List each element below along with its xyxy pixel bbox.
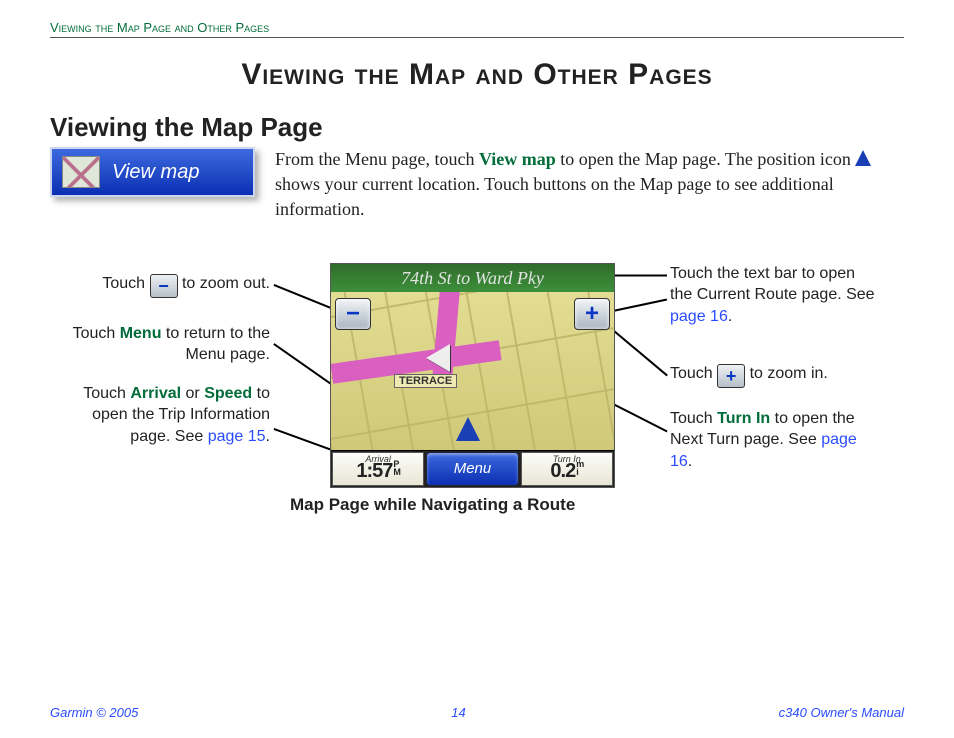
keyword-view-map: View map (479, 149, 556, 169)
text: Touch (102, 275, 149, 292)
text: Touch the text bar to open the Current R… (670, 265, 875, 304)
callout-line (609, 327, 667, 376)
gps-map: TERRACE (331, 292, 614, 451)
arrival-label: Arrival (365, 454, 391, 464)
diagram-area: Touch − to zoom out. Touch Menu to retur… (50, 263, 910, 543)
arrival-panel[interactable]: Arrival 1:57PM (332, 452, 424, 486)
keyword-turn-in: Turn In (717, 410, 770, 427)
footer-page-number: 14 (451, 705, 465, 720)
footer-copyright: Garmin © 2005 (50, 705, 138, 720)
keyword-menu: Menu (120, 325, 162, 342)
main-title: Viewing the Map and Other Pages (50, 58, 904, 92)
callout-turn-in: Touch Turn In to open the Next Turn page… (670, 408, 880, 473)
position-icon (855, 150, 871, 166)
text: . (688, 453, 692, 470)
unit: i (576, 467, 578, 477)
plus-icon: + (717, 364, 745, 388)
menu-button[interactable]: Menu (426, 452, 518, 486)
keyword-speed: Speed (204, 385, 252, 402)
text: to zoom in. (745, 365, 828, 382)
zoom-in-button[interactable]: + (574, 298, 610, 330)
minus-icon: − (150, 274, 178, 298)
link-page-15[interactable]: page 15 (208, 428, 266, 445)
keyword-arrival: Arrival (130, 385, 181, 402)
text: Touch (83, 385, 130, 402)
turn-in-panel[interactable]: Turn In 0.2mi (521, 452, 613, 486)
vehicle-position-icon (456, 417, 480, 441)
text: to zoom out. (178, 275, 271, 292)
intro-paragraph: From the Menu page, touch View map to op… (275, 147, 904, 223)
text: Touch (670, 365, 717, 382)
gps-screenshot: 74th St to Ward Pky TERRACE − + Arrival … (330, 263, 615, 488)
link-page-16-a[interactable]: page 16 (670, 308, 728, 325)
text: shows your current location. Touch butto… (275, 174, 834, 219)
text: From the Menu page, touch (275, 149, 479, 169)
text: . (728, 308, 732, 325)
page-footer: Garmin © 2005 14 c340 Owner's Manual (50, 705, 904, 720)
zoom-out-button[interactable]: − (335, 298, 371, 330)
callout-zoom-in: Touch + to zoom in. (670, 363, 880, 388)
running-header: Viewing the Map Page and Other Pages (50, 20, 904, 38)
turn-in-label: Turn In (553, 454, 581, 464)
map-icon (62, 156, 100, 188)
callout-zoom-out: Touch − to zoom out. (50, 273, 270, 298)
section-title: Viewing the Map Page (50, 112, 904, 143)
text: to open the Map page. The position icon (556, 149, 856, 169)
street-label: TERRACE (394, 374, 457, 388)
unit: M (393, 467, 400, 477)
callout-text-bar: Touch the text bar to open the Current R… (670, 263, 880, 328)
gps-text-bar[interactable]: 74th St to Ward Pky (331, 264, 614, 293)
footer-manual-title: c340 Owner's Manual (779, 705, 904, 720)
view-map-button[interactable]: View map (50, 147, 255, 197)
text: or (181, 385, 204, 402)
callout-arrival-speed: Touch Arrival or Speed to open the Trip … (50, 383, 270, 448)
text: Touch (73, 325, 120, 342)
turn-arrow-icon (426, 344, 450, 372)
view-map-label: View map (112, 161, 199, 184)
figure-caption: Map Page while Navigating a Route (290, 495, 575, 515)
text: to return to the Menu page. (161, 325, 270, 364)
text: Touch (670, 410, 717, 427)
text: . (266, 428, 270, 445)
callout-menu: Touch Menu to return to the Menu page. (50, 323, 270, 366)
